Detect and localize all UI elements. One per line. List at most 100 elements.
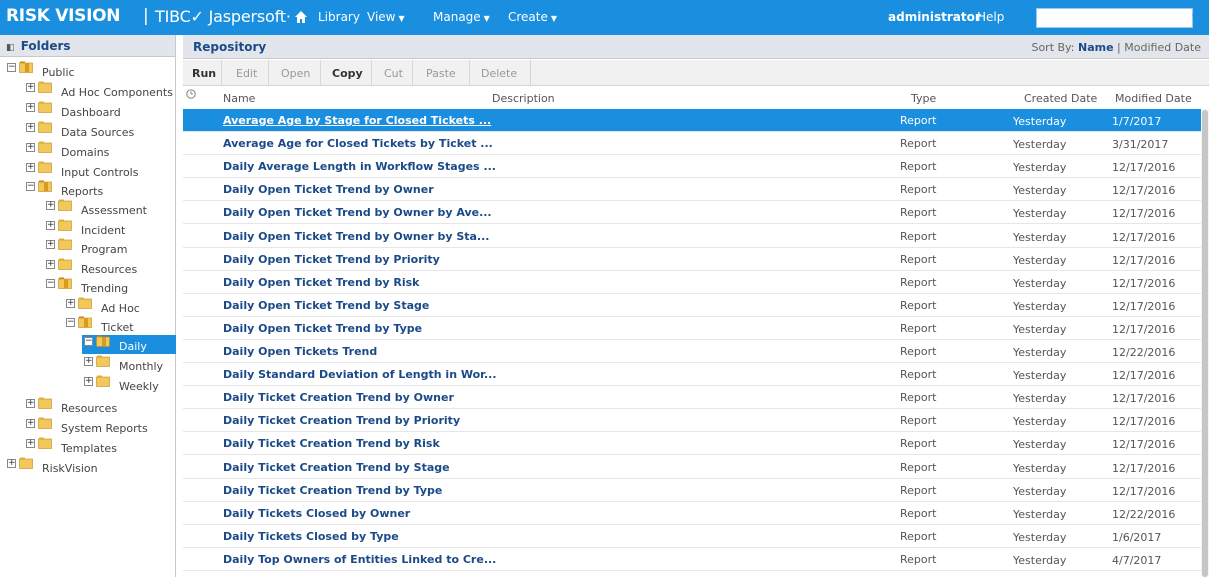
help-link[interactable]: Help <box>977 10 1004 24</box>
expand-toggle-icon[interactable]: + <box>26 83 35 92</box>
table-row[interactable]: Daily Ticket Creation Trend by Risk Repor… <box>183 432 1205 456</box>
report-name-link[interactable]: Daily Open Ticket Trend by Risk <box>223 276 420 289</box>
folder-node[interactable]: − Trending <box>46 277 128 296</box>
table-row[interactable]: Average Age for Closed Tickets by Ticket… <box>183 132 1205 156</box>
report-name-link[interactable]: Daily Open Ticket Trend by Owner by Ave.… <box>223 206 492 219</box>
table-row[interactable]: Daily Ticket Creation Trend by Priority R… <box>183 409 1205 433</box>
folder-node[interactable]: + Domains <box>26 141 109 160</box>
column-description[interactable]: Description <box>492 92 555 105</box>
report-name-link[interactable]: Daily Open Ticket Trend by Stage <box>223 299 429 312</box>
folder-node[interactable]: + Monthly <box>84 355 163 374</box>
report-name-link[interactable]: Daily Ticket Creation Trend by Stage <box>223 461 450 474</box>
paste-button[interactable]: Paste <box>426 64 456 83</box>
expand-toggle-icon[interactable]: + <box>84 377 93 386</box>
expand-toggle-icon[interactable]: + <box>46 240 55 249</box>
expand-toggle-icon[interactable]: + <box>7 459 16 468</box>
report-name-link[interactable]: Daily Open Tickets Trend <box>223 345 377 358</box>
open-button[interactable]: Open <box>281 64 310 83</box>
expand-toggle-icon[interactable]: + <box>26 163 35 172</box>
clock-icon[interactable] <box>186 89 196 99</box>
report-name-link[interactable]: Average Age for Closed Tickets by Ticket… <box>223 137 493 150</box>
column-created-date[interactable]: Created Date <box>1024 92 1097 105</box>
edit-button[interactable]: Edit <box>236 64 257 83</box>
expand-toggle-icon[interactable]: + <box>26 143 35 152</box>
collapse-toggle-icon[interactable]: − <box>66 318 75 327</box>
search-input[interactable] <box>1036 8 1193 28</box>
expand-toggle-icon[interactable]: + <box>26 419 35 428</box>
table-row[interactable]: Daily Open Ticket Trend by Owner by Ave.… <box>183 201 1205 225</box>
report-name-link[interactable]: Daily Tickets Closed by Owner <box>223 507 410 520</box>
expand-toggle-icon[interactable]: + <box>26 103 35 112</box>
folder-node[interactable]: + Input Controls <box>26 161 138 180</box>
expand-toggle-icon[interactable]: + <box>46 221 55 230</box>
folder-node[interactable]: + System Reports <box>26 417 148 436</box>
sort-by-modified[interactable]: Modified Date <box>1124 41 1201 54</box>
report-name-link[interactable]: Daily Tickets Closed by Type <box>223 530 399 543</box>
folder-node[interactable]: − Ticket <box>66 316 134 335</box>
table-row[interactable]: Daily Average Length in Workflow Stages … <box>183 155 1205 179</box>
folder-node[interactable]: + Assessment <box>46 199 147 218</box>
collapse-icon[interactable]: ◧ <box>6 43 15 53</box>
table-row[interactable]: Average Age by Stage for Closed Tickets … <box>183 109 1205 132</box>
folder-node[interactable]: + Templates <box>26 437 117 456</box>
table-row[interactable]: Daily Tickets Closed by Owner Report Yeste… <box>183 502 1205 525</box>
table-row[interactable]: Daily Open Ticket Trend by Risk Report Yes… <box>183 271 1205 294</box>
report-name-link[interactable]: Daily Standard Deviation of Length in Wo… <box>223 368 497 381</box>
folder-node[interactable]: + Dashboard <box>26 101 121 120</box>
table-row[interactable]: Daily Ticket Creation Trend by Stage Repo… <box>183 456 1205 479</box>
home-icon[interactable] <box>294 10 308 24</box>
expand-toggle-icon[interactable]: + <box>84 357 93 366</box>
folder-node[interactable]: + Ad Hoc Components <box>26 81 173 100</box>
table-row[interactable]: Daily Open Ticket Trend by Type Report Yes… <box>183 317 1205 340</box>
folder-node[interactable]: + RiskVision <box>7 457 98 476</box>
nav-create[interactable]: Create ▼ <box>508 10 557 24</box>
folder-node[interactable]: + Weekly <box>84 375 159 394</box>
folder-node[interactable]: + Data Sources <box>26 121 134 140</box>
current-user[interactable]: administrator <box>888 10 981 24</box>
report-name-link[interactable]: Daily Ticket Creation Trend by Type <box>223 484 442 497</box>
folder-node[interactable]: + Ad Hoc <box>66 297 140 316</box>
collapse-toggle-icon[interactable]: − <box>7 63 16 72</box>
expand-toggle-icon[interactable]: + <box>26 399 35 408</box>
collapse-toggle-icon[interactable]: − <box>26 182 35 191</box>
table-row[interactable]: Daily Tickets Closed by Type Report Yester… <box>183 525 1205 548</box>
column-name[interactable]: Name <box>223 92 255 105</box>
table-row[interactable]: Daily Open Ticket Trend by Priority Repor… <box>183 248 1205 271</box>
folder-node[interactable]: + Resources <box>26 397 117 416</box>
column-modified-date[interactable]: Modified Date <box>1115 92 1192 105</box>
nav-manage[interactable]: Manage ▼ <box>433 10 490 24</box>
expand-toggle-icon[interactable]: + <box>46 260 55 269</box>
report-name-link[interactable]: Daily Ticket Creation Trend by Owner <box>223 391 454 404</box>
sort-by-name[interactable]: Name <box>1078 41 1114 54</box>
report-name-link[interactable]: Daily Open Ticket Trend by Priority <box>223 253 440 266</box>
folder-node[interactable]: + Incident <box>46 219 125 238</box>
folder-node[interactable]: − Public <box>7 61 75 80</box>
table-row[interactable]: Daily Open Ticket Trend by Owner Report Ye… <box>183 178 1205 202</box>
copy-button[interactable]: Copy <box>332 64 363 83</box>
table-row[interactable]: Daily Top Owners of Entities Linked to C… <box>183 548 1205 571</box>
expand-toggle-icon[interactable]: + <box>26 439 35 448</box>
report-name-link[interactable]: Daily Top Owners of Entities Linked to C… <box>223 553 496 566</box>
table-row[interactable]: Daily Open Tickets Trend Report Yesterday 1… <box>183 340 1205 363</box>
search-icon[interactable] <box>1192 10 1206 24</box>
collapse-toggle-icon[interactable]: − <box>46 279 55 288</box>
scrollbar-thumb[interactable] <box>1202 110 1208 577</box>
report-name-link[interactable]: Daily Ticket Creation Trend by Risk <box>223 437 440 450</box>
folder-node[interactable]: − Daily <box>82 335 176 354</box>
report-name-link[interactable]: Daily Average Length in Workflow Stages … <box>223 160 496 173</box>
folder-node[interactable]: − Reports <box>26 180 103 199</box>
delete-button[interactable]: Delete <box>481 64 517 83</box>
table-row[interactable]: Daily Open Ticket Trend by Owner by Sta.… <box>183 225 1205 248</box>
column-type[interactable]: Type <box>911 92 936 105</box>
table-row[interactable]: Daily Open Ticket Trend by Stage Report Ye… <box>183 294 1205 317</box>
cut-button[interactable]: Cut <box>384 64 403 83</box>
folder-node[interactable]: + Resources <box>46 258 137 277</box>
expand-toggle-icon[interactable]: + <box>26 123 35 132</box>
expand-toggle-icon[interactable]: + <box>66 299 75 308</box>
folder-node[interactable]: + Program <box>46 238 127 257</box>
collapse-toggle-icon[interactable]: − <box>84 337 93 346</box>
report-name-link[interactable]: Daily Open Ticket Trend by Owner <box>223 183 434 196</box>
nav-view[interactable]: View ▼ <box>367 10 405 24</box>
report-name-link[interactable]: Daily Ticket Creation Trend by Priority <box>223 414 460 427</box>
report-name-link[interactable]: Daily Open Ticket Trend by Type <box>223 322 422 335</box>
